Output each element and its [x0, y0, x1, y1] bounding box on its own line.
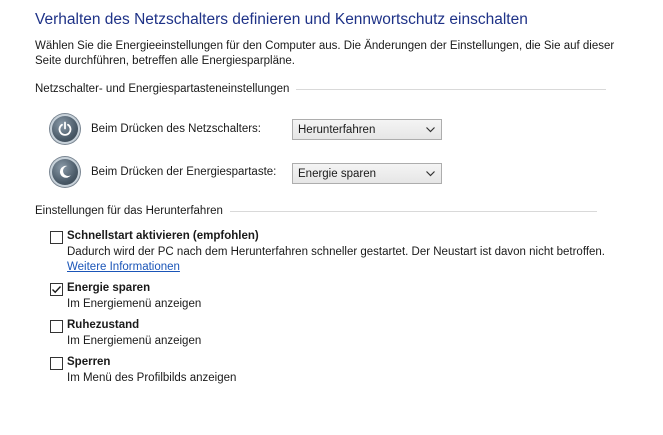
shutdown-section-title: Einstellungen für das Herunterfahren [35, 205, 223, 217]
hibernate-option: Ruhezustand Im Energiemenü anzeigen [50, 318, 201, 349]
chevron-down-icon [426, 127, 435, 133]
page-title: Verhalten des Netzschalters definieren u… [35, 11, 528, 28]
sleep-option-description: Im Energiemenü anzeigen [67, 297, 202, 310]
sleep-button-row: Beim Drücken der Energiespartaste: [50, 157, 286, 187]
shutdown-section-header: Einstellungen für das Herunterfahren [35, 205, 597, 217]
lock-option: Sperren Im Menü des Profilbilds anzeigen [50, 355, 236, 386]
sleep-button-action-value: Energie sparen [298, 167, 376, 180]
buttons-section-header: Netzschalter- und Energiespartasteneinst… [35, 83, 607, 95]
fast-startup-desc-text: Dadurch wird der PC nach dem Herunterfah… [67, 245, 606, 258]
fast-startup-option: Schnellstart aktivieren (empfohlen) Dadu… [50, 229, 607, 276]
divider [296, 88, 607, 90]
fast-startup-checkbox[interactable] [50, 231, 63, 244]
hibernate-option-title: Ruhezustand [67, 319, 140, 331]
fast-startup-title: Schnellstart aktivieren (empfohlen) [67, 230, 259, 242]
sleep-checkbox[interactable] [50, 283, 63, 296]
power-button-action-select[interactable]: Herunterfahren [292, 119, 442, 140]
lock-checkbox[interactable] [50, 357, 63, 370]
buttons-section-title: Netzschalter- und Energiespartasteneinst… [35, 83, 290, 95]
sleep-button-label: Beim Drücken der Energiespartaste: [91, 166, 277, 178]
hibernate-option-description: Im Energiemenü anzeigen [67, 334, 202, 347]
hibernate-checkbox[interactable] [50, 320, 63, 333]
sleep-option-title: Energie sparen [67, 282, 151, 294]
power-icon [50, 114, 80, 144]
chevron-down-icon [426, 171, 435, 177]
fast-startup-description: Dadurch wird der PC nach dem Herunterfah… [67, 245, 607, 276]
sleep-button-action-select[interactable]: Energie sparen [292, 163, 442, 184]
divider [229, 210, 597, 212]
checkmark-icon [52, 286, 62, 294]
power-button-row: Beim Drücken des Netzschalters: [50, 114, 286, 144]
sleep-option: Energie sparen Im Energiemenü anzeigen [50, 281, 201, 312]
moon-icon [50, 157, 80, 187]
page-description: Wählen Sie die Energieeinstellungen für … [35, 40, 615, 67]
power-button-action-value: Herunterfahren [298, 123, 376, 136]
more-info-link[interactable]: Weitere Informationen [67, 261, 180, 273]
lock-option-description: Im Menü des Profilbilds anzeigen [67, 371, 237, 384]
lock-option-title: Sperren [67, 356, 111, 368]
power-button-label: Beim Drücken des Netzschalters: [91, 123, 262, 135]
